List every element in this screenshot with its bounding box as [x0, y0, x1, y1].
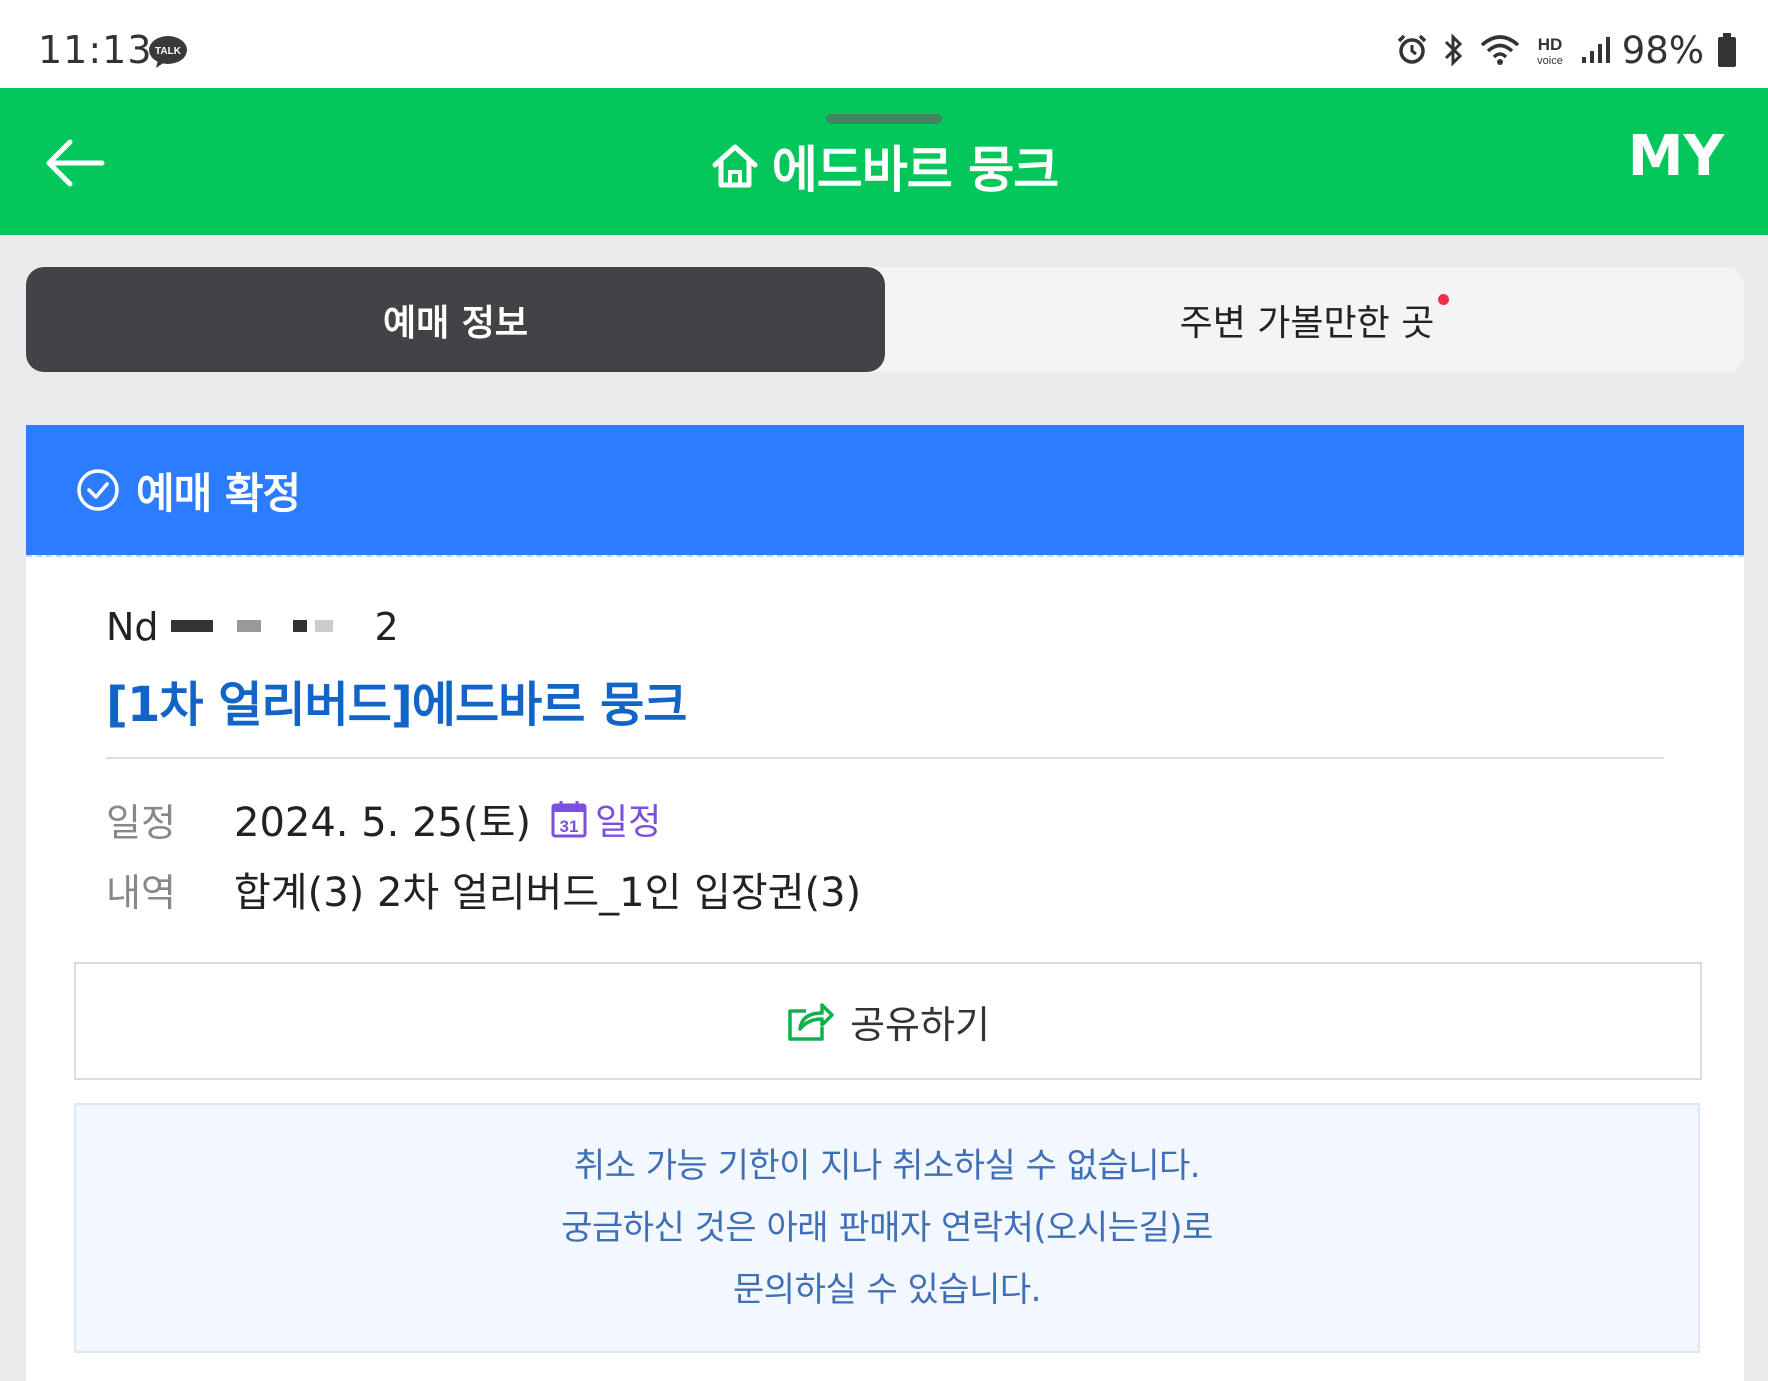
tab-nearby-places[interactable]: 주변 가볼만한 곳	[885, 267, 1744, 372]
detail-row: 내역 합계(3) 2차 얼리버드_1인 입장권(3)	[106, 860, 861, 918]
battery-icon	[1718, 33, 1736, 67]
page-title: 에드바르 뭉크	[771, 141, 1059, 199]
tab-booking-info-label: 예매 정보	[382, 302, 528, 344]
cancellation-notice: 취소 가능 기한이 지나 취소하실 수 없습니다. 궁금하신 것은 아래 판매자…	[74, 1103, 1700, 1353]
my-page-button[interactable]: MY	[1628, 124, 1724, 189]
kakaotalk-icon: TALK	[149, 36, 187, 68]
redacted-booking-number	[164, 606, 375, 648]
product-title[interactable]: [1차 얼리버드]에드바르 뭉크	[106, 665, 687, 735]
detail-value: 합계(3) 2차 얼리버드_1인 입장권(3)	[234, 870, 862, 916]
check-circle-icon	[77, 469, 119, 511]
calendar-day: 31	[560, 817, 579, 836]
battery-percent: 98%	[1621, 28, 1704, 72]
share-label: 공유하기	[850, 1002, 990, 1047]
bluetooth-icon	[1444, 33, 1462, 67]
schedule-value: 2024. 5. 25(토)	[234, 800, 532, 846]
add-to-calendar-link[interactable]: 31 일정	[551, 793, 661, 845]
calendar-link-text: 일정	[595, 802, 662, 843]
hd-voice-icon: HD voice	[1537, 35, 1563, 67]
status-time: 11:13	[38, 28, 153, 72]
schedule-label: 일정	[106, 800, 176, 845]
signal-icon	[1581, 37, 1610, 63]
tab-booking-info[interactable]: 예매 정보	[26, 267, 885, 372]
drag-handle[interactable]	[826, 114, 942, 124]
tab-bar: 예매 정보 주변 가볼만한 곳	[26, 267, 1744, 372]
share-icon	[788, 1003, 834, 1041]
booking-status-text: 예매 확정	[136, 468, 301, 518]
notice-line: 취소 가능 기한이 지나 취소하실 수 없습니다.	[573, 1146, 1201, 1186]
share-button[interactable]: 공유하기	[74, 962, 1702, 1080]
talk-badge-text: TALK	[155, 46, 182, 57]
alarm-icon	[1397, 34, 1426, 64]
schedule-row: 일정 2024. 5. 25(토) 31 일정	[106, 790, 661, 848]
calendar-icon: 31	[551, 801, 587, 838]
status-icons: HD voice 98%	[1396, 28, 1738, 72]
header-title-group[interactable]: 에드바르 뭉크	[0, 130, 1768, 202]
booking-number: Nd 2	[106, 605, 399, 649]
app-header: 에드바르 뭉크 MY	[0, 88, 1768, 235]
tab-nearby-places-label: 주변 가볼만한 곳	[1179, 302, 1435, 344]
status-bar: 11:13 TALK HD voice 98%	[0, 0, 1768, 88]
divider	[106, 757, 1664, 759]
booking-card: Nd 2 [1차 얼리버드]에드바르 뭉크 일정 2024. 5. 25(토) …	[26, 555, 1744, 1381]
booking-number-suffix: 2	[374, 605, 399, 649]
voice-label: voice	[1537, 55, 1563, 67]
detail-label: 내역	[106, 870, 176, 915]
booking-number-prefix: Nd	[106, 605, 159, 649]
notice-line: 궁금하신 것은 아래 판매자 연락처(오시는길)로	[561, 1208, 1213, 1248]
booking-status-banner: 예매 확정	[26, 425, 1744, 585]
new-indicator-dot	[1438, 294, 1450, 305]
card-dashed-border	[26, 555, 1744, 557]
home-icon	[712, 144, 758, 188]
hd-label: HD	[1537, 35, 1562, 54]
notice-line: 문의하실 수 있습니다.	[733, 1270, 1041, 1310]
wifi-icon	[1480, 35, 1519, 65]
